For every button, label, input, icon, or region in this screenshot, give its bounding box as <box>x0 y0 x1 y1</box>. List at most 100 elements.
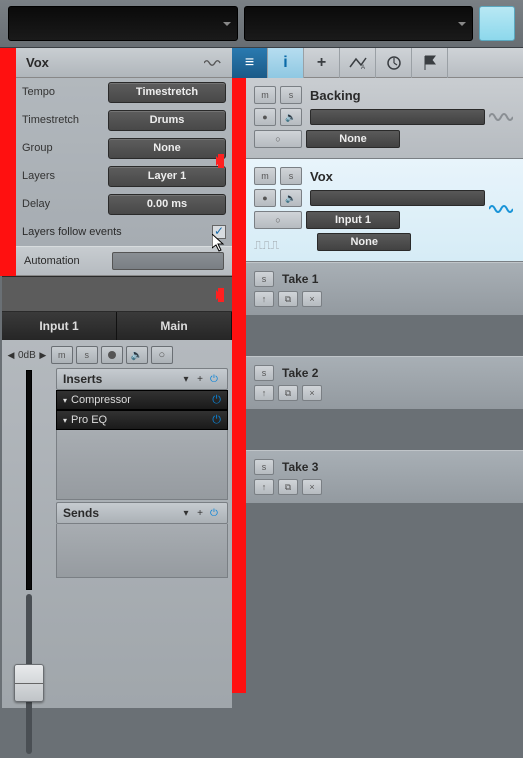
input-monitor-button[interactable]: ○ <box>254 130 302 148</box>
monitor-speaker-button[interactable] <box>126 346 148 364</box>
delay-value-button[interactable]: 0.00 ms <box>108 194 226 215</box>
promote-take-button[interactable]: ↑ <box>254 479 274 495</box>
input-tab[interactable]: Input 1 <box>2 312 117 340</box>
timestretch-label: Timestretch <box>22 114 108 126</box>
output-assign-button[interactable]: None <box>317 233 411 251</box>
inspector-gap <box>2 276 232 312</box>
db-right-arrow-icon[interactable]: ▶ <box>38 350 48 361</box>
add-insert-icon[interactable]: + <box>193 372 207 386</box>
input-assign-button[interactable]: Input 1 <box>306 211 400 229</box>
inserts-rack: Inserts ▾ + ⏻ ▾ Compressor ⏻ ▾ Pro EQ ⏻ … <box>56 368 228 578</box>
output-assign-button[interactable]: None <box>306 130 400 148</box>
sends-label: Sends <box>63 506 179 520</box>
insert-power-icon[interactable]: ⏻ <box>212 414 221 427</box>
monitor-button[interactable]: 🔈 <box>280 108 302 126</box>
delete-take-button[interactable]: × <box>302 385 322 401</box>
automation-view-icon[interactable]: A <box>340 48 376 78</box>
tempo-mode-button[interactable]: Timestretch <box>108 82 226 103</box>
fader-column <box>6 366 52 758</box>
channel-strip: ◀ 0dB ▶ m s Inserts ▾ + ⏻ ▾ <box>2 340 232 708</box>
inserts-power-icon[interactable]: ⏻ <box>207 372 221 386</box>
insert-name: Pro EQ <box>71 414 212 426</box>
volume-slider[interactable] <box>310 190 485 206</box>
take-name: Take 2 <box>282 366 318 380</box>
inserts-header[interactable]: Inserts ▾ + ⏻ <box>56 368 228 390</box>
delete-take-button[interactable]: × <box>302 291 322 307</box>
group-button[interactable]: None <box>108 138 226 159</box>
layers-follow-checkbox[interactable] <box>212 225 226 239</box>
marker-flag-icon[interactable] <box>412 48 448 78</box>
track-name: Backing <box>310 88 361 103</box>
automation-label: Automation <box>24 255 112 267</box>
fader[interactable] <box>26 594 32 754</box>
solo-button[interactable]: s <box>254 459 274 475</box>
record-arm-button[interactable] <box>101 346 123 364</box>
solo-button[interactable]: s <box>254 271 274 287</box>
db-control[interactable]: ◀ 0dB ▶ <box>6 350 48 361</box>
duplicate-take-button[interactable]: ⧉ <box>278 385 298 401</box>
solo-button[interactable]: s <box>280 86 302 104</box>
track-vox[interactable]: m s Vox ● 🔈 ○ Input 1 ⎍⎍⎍ None <box>246 159 523 262</box>
take-3[interactable]: s Take 3 ↑ ⧉ × <box>246 450 523 504</box>
add-send-icon[interactable]: + <box>193 506 207 520</box>
take-name: Take 3 <box>282 460 318 474</box>
track-header: Vox <box>16 48 232 78</box>
duplicate-take-button[interactable]: ⧉ <box>278 479 298 495</box>
take-2[interactable]: s Take 2 ↑ ⧉ × <box>246 356 523 410</box>
mute-button[interactable]: m <box>254 167 276 185</box>
delete-take-button[interactable]: × <box>302 479 322 495</box>
inspector-panel: Vox Tempo Timestretch Timestretch Drums … <box>0 48 232 758</box>
promote-take-button[interactable]: ↑ <box>254 385 274 401</box>
waveform-icon <box>489 110 513 124</box>
record-arm-button[interactable]: ● <box>254 108 276 126</box>
monitor-button[interactable] <box>151 346 173 364</box>
info-icon[interactable]: i <box>268 48 304 78</box>
insert-compressor[interactable]: ▾ Compressor ⏻ <box>56 390 228 410</box>
sends-power-icon[interactable]: ⏻ <box>207 506 221 520</box>
mute-button[interactable]: m <box>254 86 276 104</box>
duplicate-take-button[interactable]: ⧉ <box>278 291 298 307</box>
db-left-arrow-icon[interactable]: ◀ <box>6 350 16 361</box>
add-icon[interactable]: + <box>304 48 340 78</box>
mute-button[interactable]: m <box>51 346 73 364</box>
solo-button[interactable]: s <box>254 365 274 381</box>
record-arm-button[interactable]: ● <box>254 189 276 207</box>
tempo-icon[interactable] <box>376 48 412 78</box>
sends-header[interactable]: Sends ▾ + ⏻ <box>56 502 228 524</box>
track-backing[interactable]: m s Backing ● 🔈 ○ None <box>246 78 523 159</box>
toolbar-square-button[interactable] <box>479 6 515 41</box>
solo-button[interactable]: s <box>280 167 302 185</box>
insert-expand-icon[interactable]: ▾ <box>63 396 67 405</box>
waveform-icon <box>204 58 222 68</box>
fader-cap[interactable] <box>14 664 44 702</box>
promote-take-button[interactable]: ↑ <box>254 291 274 307</box>
insert-expand-icon[interactable]: ▾ <box>63 416 67 425</box>
take-name: Take 1 <box>282 272 318 286</box>
preset-dropdown-2[interactable] <box>244 6 474 41</box>
arrange-color-strip <box>232 78 246 693</box>
layers-button[interactable]: Layer 1 <box>108 166 226 187</box>
svg-text:A: A <box>361 65 365 70</box>
waveform-icon <box>489 202 513 216</box>
sends-expand-icon[interactable]: ▾ <box>179 506 193 520</box>
inserts-expand-icon[interactable]: ▾ <box>179 372 193 386</box>
take-1[interactable]: s Take 1 ↑ ⧉ × <box>246 262 523 316</box>
inserts-label: Inserts <box>63 372 179 386</box>
automation-dropdown[interactable] <box>112 252 224 270</box>
volume-slider[interactable] <box>310 109 485 125</box>
sends-body <box>56 524 228 578</box>
preset-dropdown-1[interactable] <box>8 6 238 41</box>
track-color-strip: Vox Tempo Timestretch Timestretch Drums … <box>0 48 232 276</box>
insert-proeq[interactable]: ▾ Pro EQ ⏻ <box>56 410 228 430</box>
main-tab[interactable]: Main <box>117 312 232 340</box>
list-view-icon[interactable]: ≡ <box>232 48 268 78</box>
level-meter <box>26 370 32 590</box>
region-marker-icon <box>218 288 224 302</box>
monitor-button[interactable]: 🔈 <box>280 189 302 207</box>
solo-button[interactable]: s <box>76 346 98 364</box>
insert-power-icon[interactable]: ⏻ <box>212 394 221 407</box>
timestretch-mode-button[interactable]: Drums <box>108 110 226 131</box>
top-toolbar <box>0 0 523 48</box>
mixer-icon[interactable]: ⎍⎍⎍ <box>254 238 279 253</box>
input-monitor-button[interactable]: ○ <box>254 211 302 229</box>
